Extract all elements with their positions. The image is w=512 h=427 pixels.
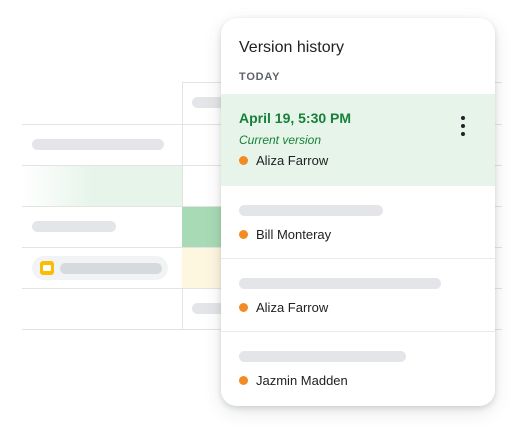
- version-author: Jazmin Madden: [239, 373, 348, 388]
- current-version-label: Current version: [239, 133, 322, 147]
- highlighted-row: [22, 166, 182, 206]
- yellow-cell[interactable]: [182, 248, 222, 288]
- version-date-placeholder: [239, 278, 441, 289]
- slides-icon: [40, 261, 54, 275]
- author-color-dot: [239, 376, 248, 385]
- version-author: Aliza Farrow: [239, 300, 328, 315]
- version-author: Bill Monteray: [239, 227, 331, 242]
- version-date: April 19, 5:30 PM: [239, 110, 352, 126]
- version-item[interactable]: Aliza Farrow: [221, 259, 495, 332]
- grid-line: [182, 82, 183, 330]
- panel-title: Version history: [239, 39, 344, 56]
- version-item[interactable]: Jazmin Madden: [221, 332, 495, 406]
- chip-label-placeholder: [60, 263, 162, 274]
- author-name: Aliza Farrow: [256, 300, 329, 315]
- version-item-current[interactable]: April 19, 5:30 PM Current version Aliza …: [221, 94, 495, 186]
- version-date-placeholder: [239, 205, 383, 216]
- green-cell[interactable]: [182, 207, 222, 247]
- version-history-panel: Version history TODAY April 19, 5:30 PM …: [221, 18, 495, 406]
- author-color-dot: [239, 230, 248, 239]
- author-name: Jazmin Madden: [256, 373, 348, 388]
- author-name: Aliza Farrow: [256, 153, 329, 168]
- version-date-placeholder: [239, 351, 406, 362]
- cell-placeholder: [32, 139, 164, 150]
- version-item[interactable]: Bill Monteray: [221, 186, 495, 259]
- author-name: Bill Monteray: [256, 227, 332, 242]
- author-color-dot: [239, 303, 248, 312]
- screen: Version history TODAY April 19, 5:30 PM …: [0, 0, 512, 427]
- author-color-dot: [239, 156, 248, 165]
- cell-placeholder: [32, 221, 116, 232]
- more-vert-icon[interactable]: [455, 116, 471, 136]
- section-label-today: TODAY: [239, 71, 281, 83]
- version-author: Aliza Farrow: [239, 153, 328, 168]
